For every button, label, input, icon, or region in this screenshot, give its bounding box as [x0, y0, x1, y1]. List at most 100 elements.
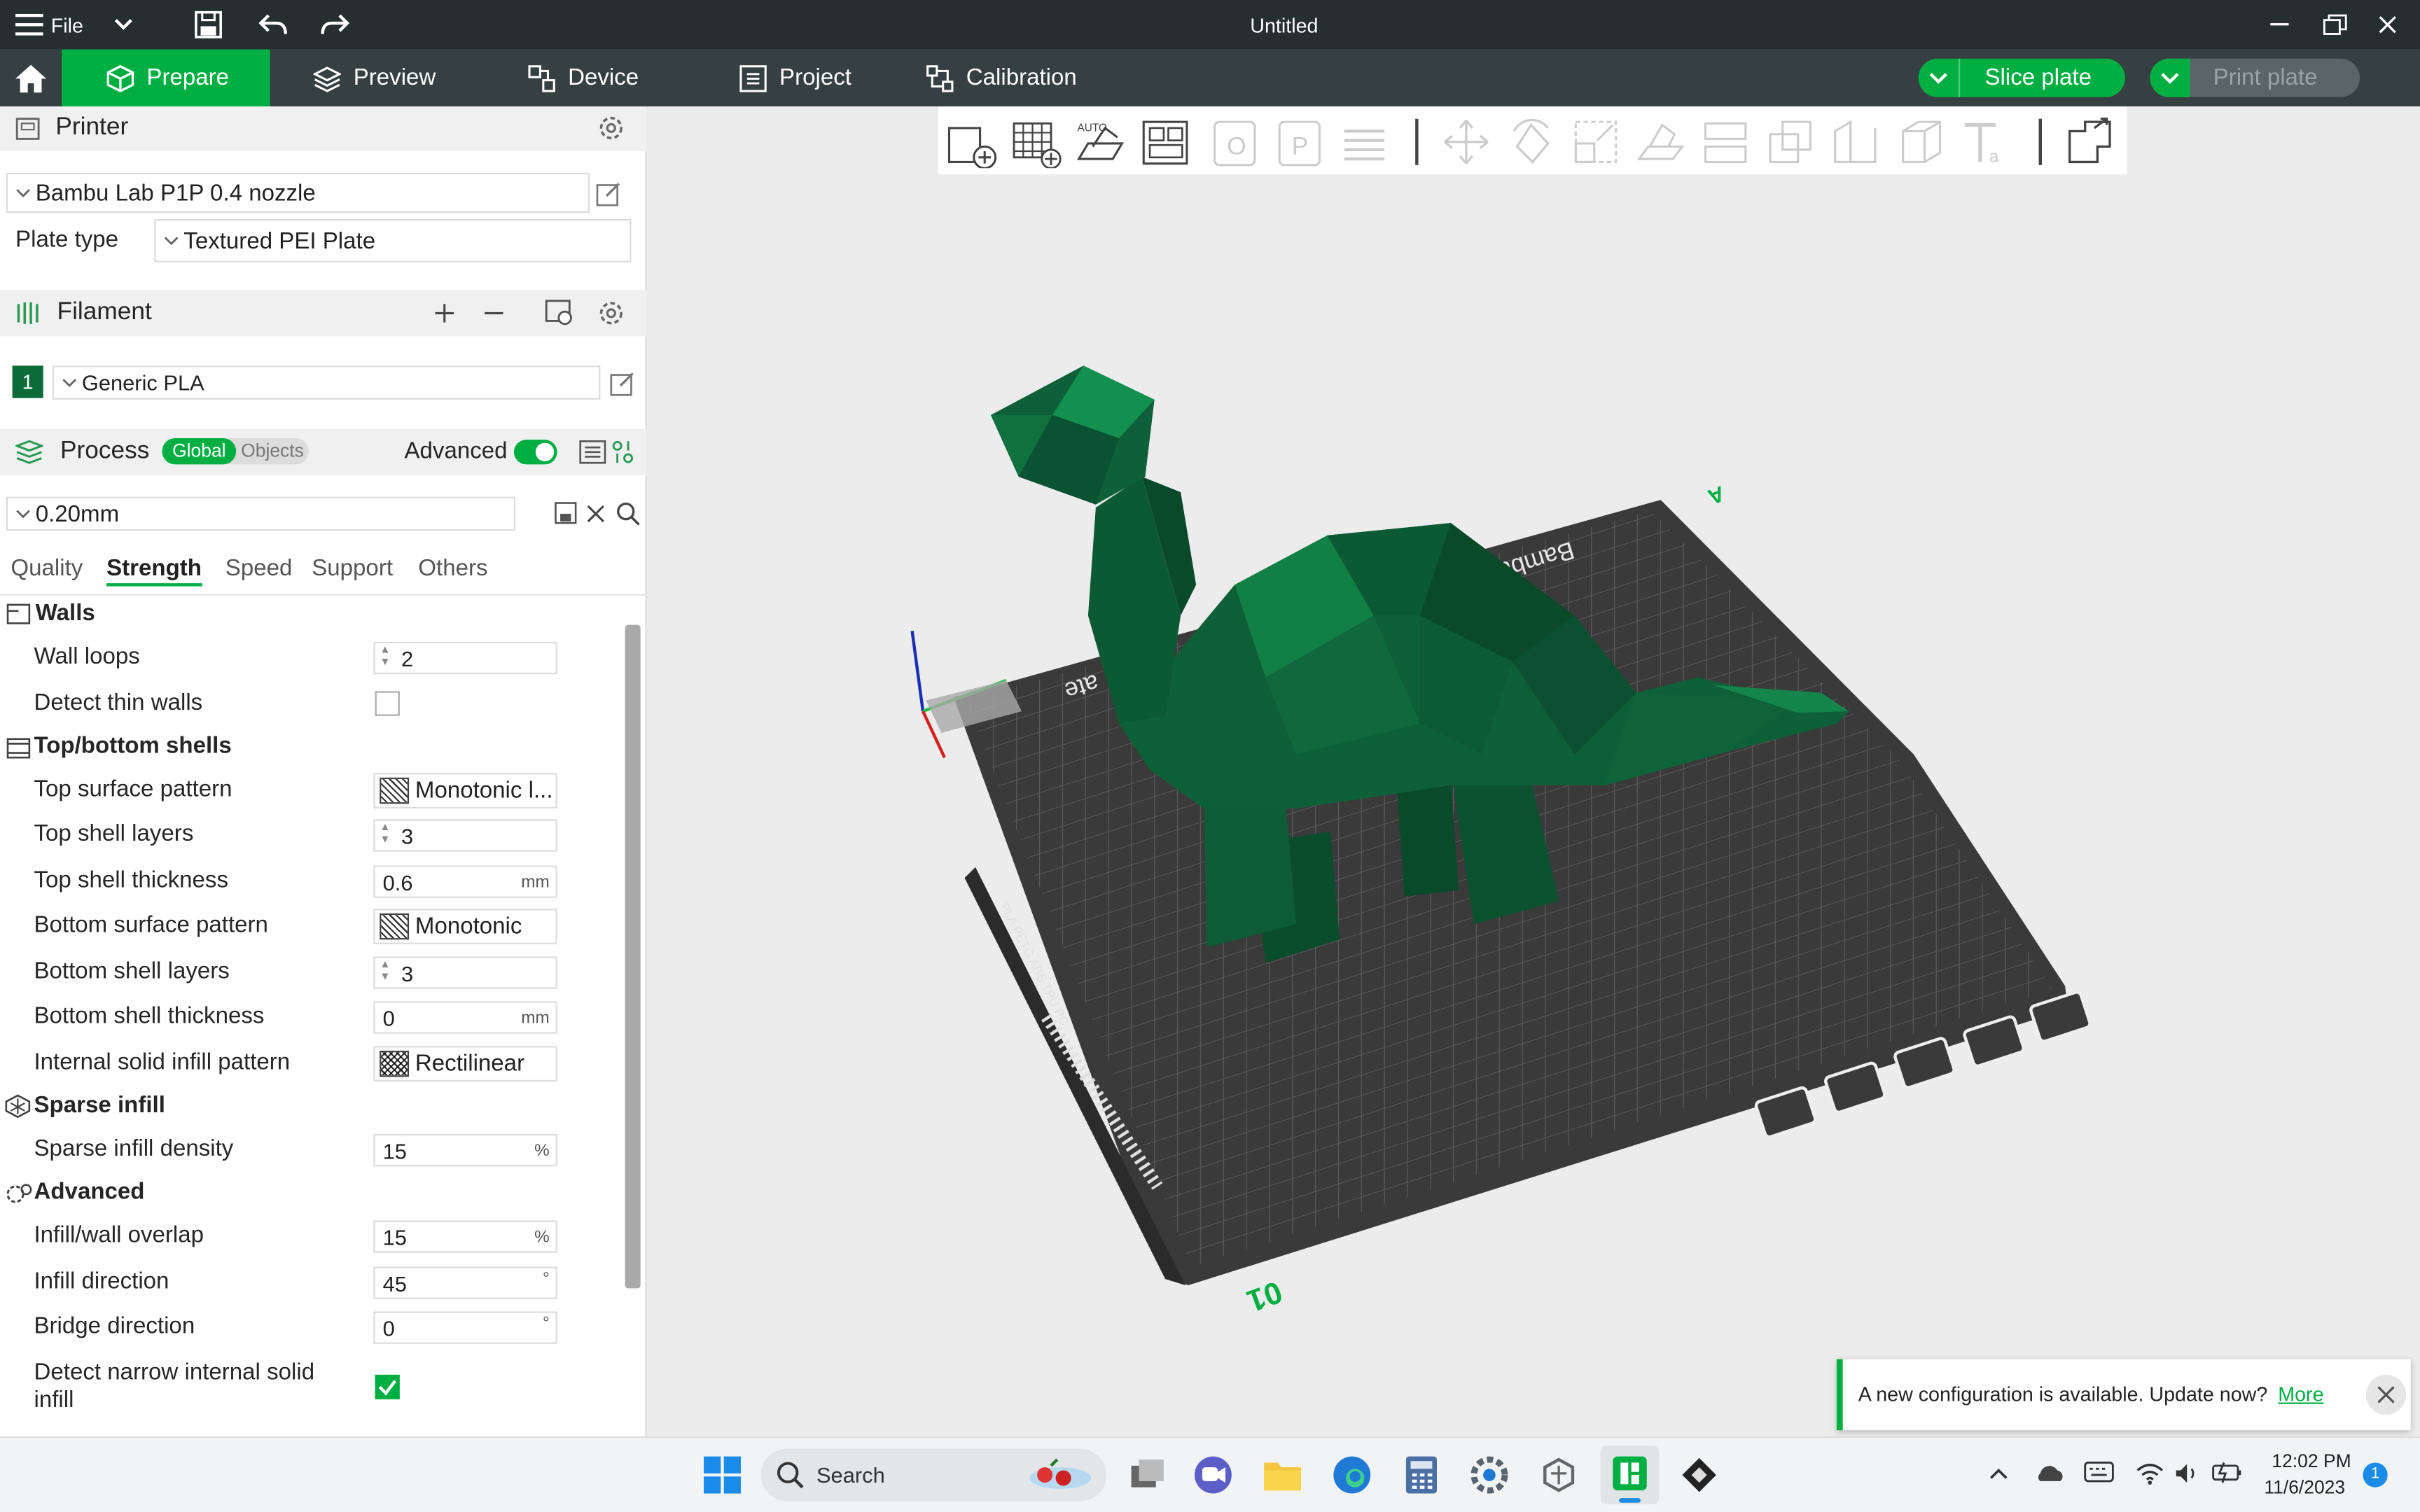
- top-layers-input[interactable]: ▲ ▼ 3: [373, 819, 557, 852]
- notification-badge[interactable]: 1: [2363, 1462, 2388, 1488]
- assembly-icon[interactable]: [2064, 115, 2116, 168]
- narrow-infill-checkbox[interactable]: [375, 1374, 400, 1400]
- minimize-icon[interactable]: [2270, 23, 2289, 26]
- object-list-icon[interactable]: O: [1209, 115, 1261, 168]
- slice-plate-button[interactable]: Slice plate: [1918, 58, 2126, 97]
- windows-start-icon[interactable]: [702, 1455, 742, 1494]
- tab-strength[interactable]: Strength: [106, 555, 202, 587]
- teams-icon[interactable]: [1193, 1455, 1233, 1494]
- slice-dropdown[interactable]: [1919, 59, 1959, 97]
- bridge-direction-input[interactable]: 0 °: [373, 1311, 557, 1344]
- remove-icon[interactable]: [483, 302, 505, 324]
- tab-speed[interactable]: Speed: [225, 555, 293, 581]
- notification-close-button[interactable]: [2365, 1374, 2407, 1415]
- infill-direction-input[interactable]: 45 °: [373, 1266, 557, 1299]
- restore-icon[interactable]: [2323, 14, 2347, 36]
- task-view-icon[interactable]: [1127, 1455, 1167, 1494]
- top-thickness-input[interactable]: 0.6 mm: [373, 865, 557, 898]
- print-dropdown[interactable]: [2150, 58, 2190, 97]
- bambu-studio-taskbar-button[interactable]: [1600, 1446, 1660, 1504]
- file-menu[interactable]: File: [51, 14, 83, 37]
- plate-type-select[interactable]: Textured PEI Plate: [154, 218, 632, 262]
- add-object-icon[interactable]: [945, 115, 997, 169]
- sparse-density-input[interactable]: 15%: [373, 1133, 557, 1167]
- save-icon[interactable]: [554, 501, 577, 524]
- bottom-pattern-select[interactable]: Monotonic: [373, 909, 557, 944]
- boolean-icon[interactable]: [1764, 115, 1816, 168]
- gear-icon[interactable]: [597, 114, 625, 142]
- menu-button[interactable]: [15, 13, 43, 36]
- cut-icon[interactable]: [1699, 115, 1752, 168]
- bottom-thickness-input[interactable]: 0 mm: [373, 1001, 557, 1034]
- wifi-icon[interactable]: [2136, 1461, 2164, 1485]
- list-icon[interactable]: [579, 440, 607, 464]
- global-toggle[interactable]: Global: [162, 438, 237, 465]
- scale-icon[interactable]: [1570, 115, 1622, 168]
- tab-calibration[interactable]: Calibration: [926, 50, 1111, 107]
- close-icon[interactable]: [2378, 15, 2396, 34]
- sync-icon[interactable]: [545, 300, 574, 326]
- chevron-down-icon[interactable]: [113, 17, 134, 32]
- lay-on-face-icon[interactable]: [1634, 115, 1687, 168]
- tab-preview[interactable]: Preview: [313, 50, 467, 107]
- search-icon[interactable]: [616, 501, 640, 526]
- process-profile-select[interactable]: 0.20mm: [6, 496, 516, 531]
- advanced-switch[interactable]: [513, 440, 557, 465]
- chevron-up-icon[interactable]: [1988, 1466, 2010, 1481]
- thin-walls-checkbox[interactable]: [375, 691, 400, 716]
- close-icon[interactable]: [587, 505, 605, 523]
- support-paint-icon[interactable]: [1829, 115, 1882, 168]
- seam-paint-icon[interactable]: [1893, 115, 1946, 168]
- top-pattern-select[interactable]: Monotonic l...: [373, 773, 557, 808]
- tab-device[interactable]: Device: [528, 50, 682, 107]
- arrange-icon[interactable]: [1139, 115, 1192, 168]
- build-plate-scene[interactable]: Bambu ate PLA PETG ABS TPU PC 01 A: [648, 106, 2420, 1436]
- rotate-icon[interactable]: [1505, 115, 1557, 168]
- text-tool-icon[interactable]: a: [1959, 115, 2011, 168]
- add-plate-icon[interactable]: [1009, 115, 1062, 169]
- overlap-input[interactable]: 15%: [373, 1220, 557, 1253]
- bambu-network-icon[interactable]: [1538, 1455, 1578, 1494]
- notification-more-link[interactable]: More: [2278, 1382, 2323, 1406]
- print-plate-button[interactable]: Print plate: [2150, 58, 2360, 97]
- spinner-icon[interactable]: ▲ ▼: [380, 822, 390, 847]
- spinner-icon[interactable]: ▲ ▼: [380, 645, 390, 669]
- tab-others[interactable]: Others: [418, 555, 487, 581]
- auto-orient-icon[interactable]: AUTO: [1074, 115, 1127, 168]
- spinner-icon[interactable]: ▲ ▼: [380, 960, 390, 984]
- tab-support[interactable]: Support: [312, 555, 393, 581]
- tab-prepare[interactable]: Prepare: [62, 49, 270, 107]
- objects-toggle[interactable]: Objects: [236, 438, 309, 464]
- move-icon[interactable]: [1440, 115, 1492, 168]
- calculator-icon[interactable]: [1401, 1455, 1441, 1494]
- redo-icon[interactable]: [319, 13, 350, 37]
- filament-slot-badge[interactable]: 1: [12, 365, 43, 398]
- bottom-layers-input[interactable]: ▲ ▼ 3: [373, 956, 557, 989]
- internal-pattern-select[interactable]: Rectilinear: [373, 1046, 557, 1082]
- settings-scrollbar[interactable]: [625, 624, 641, 1289]
- add-icon[interactable]: [433, 302, 455, 324]
- edit-icon[interactable]: [596, 181, 622, 206]
- clock-time[interactable]: 12:02 PM: [2272, 1450, 2351, 1472]
- clock-date[interactable]: 11/6/2023: [2264, 1476, 2345, 1498]
- save-icon[interactable]: [195, 10, 223, 38]
- wall-loops-input[interactable]: ▲ ▼ 2: [373, 641, 557, 675]
- onedrive-icon[interactable]: [2034, 1462, 2065, 1484]
- app-icon[interactable]: [1679, 1455, 1719, 1494]
- file-explorer-icon[interactable]: [1263, 1455, 1302, 1494]
- 3d-viewport[interactable]: Bambu ate PLA PETG ABS TPU PC 01 A: [648, 106, 2420, 1436]
- home-button[interactable]: [0, 50, 62, 107]
- tab-project[interactable]: Project: [739, 50, 893, 107]
- undo-icon[interactable]: [258, 13, 288, 37]
- layers-toolbar-icon[interactable]: [1338, 115, 1391, 168]
- gear-icon[interactable]: [597, 300, 625, 328]
- edit-icon[interactable]: [610, 370, 636, 396]
- keyboard-icon[interactable]: [2084, 1461, 2115, 1483]
- printer-select[interactable]: Bambu Lab P1P 0.4 nozzle: [6, 172, 590, 214]
- volume-icon[interactable]: [2173, 1461, 2201, 1485]
- filament-select[interactable]: Generic PLA: [52, 365, 601, 400]
- edge-icon[interactable]: [1332, 1455, 1372, 1494]
- compare-icon[interactable]: [611, 440, 634, 464]
- battery-icon[interactable]: [2211, 1460, 2242, 1484]
- settings-icon[interactable]: [1469, 1455, 1509, 1494]
